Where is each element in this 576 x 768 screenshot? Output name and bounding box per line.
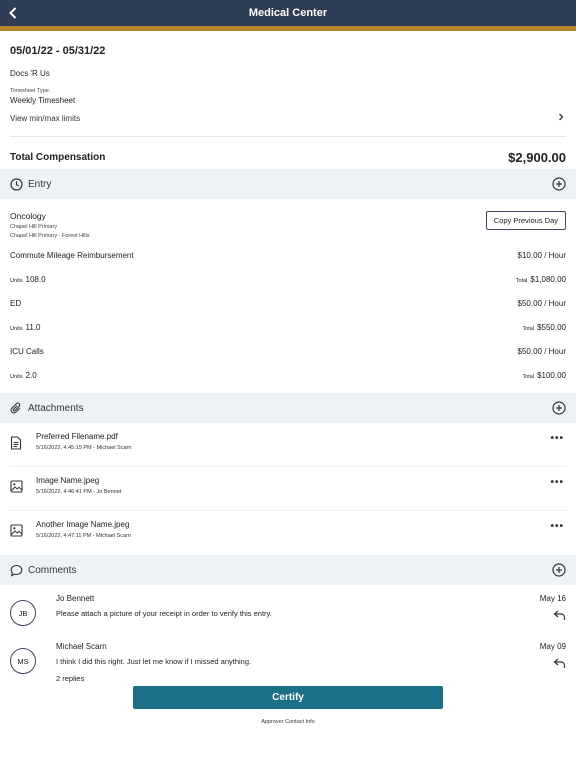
location-secondary: Chapel Hill Primary - Forest Hills (10, 233, 90, 239)
total-compensation-value: $2,900.00 (508, 150, 566, 165)
line-item: Commute Mileage Reimbursement $10.00 / H… (10, 251, 566, 287)
line-item-units: 11.0 (25, 323, 41, 332)
line-item-name: Commute Mileage Reimbursement (10, 251, 134, 260)
reply-icon[interactable] (553, 657, 566, 669)
units-label: Units (10, 374, 23, 380)
avatar: MS (10, 648, 36, 674)
pay-period: 05/01/22 - 05/31/22 (10, 45, 106, 57)
comment-item: MS Michael Scarn I think I did this righ… (10, 633, 566, 683)
add-comment-plus-icon[interactable] (552, 563, 566, 577)
line-item-total: $100.00 (537, 371, 566, 380)
paperclip-icon (10, 401, 23, 415)
timesheet-header: 05/01/22 - 05/31/22 Docs 'R Us Timesheet… (0, 31, 576, 137)
attachment-item[interactable]: Another Image Name.jpeg 5/16/2022, 4:47:… (10, 511, 566, 555)
entry-details: Oncology Chapel Hill Primary Chapel Hill… (0, 199, 576, 383)
line-item-rate: $50.00 / Hour (517, 347, 566, 356)
view-limits-label: View min/max limits (10, 114, 81, 123)
more-options-icon[interactable]: ••• (550, 521, 564, 532)
attachments-list: Preferred Filename.pdf 5/16/2022, 4:45:1… (0, 423, 576, 555)
speech-bubble-icon (10, 564, 23, 577)
avatar: JB (10, 600, 36, 626)
timesheet-type-value: Weekly Timesheet (10, 96, 76, 105)
total-compensation-label: Total Compensation (10, 152, 106, 163)
attachments-section-title: Attachments (28, 402, 84, 414)
total-label: Total (515, 278, 528, 284)
comment-date: May 16 (539, 594, 566, 603)
line-item-rate: $50.00 / Hour (517, 299, 566, 308)
clock-icon (10, 177, 23, 191)
comment-date: May 09 (539, 642, 566, 651)
view-limits-link[interactable]: View min/max limits (10, 113, 566, 124)
attachment-meta: 5/16/2022, 4:47:11 PM - Michael Scarn (36, 533, 131, 539)
entry-section-header: Entry (0, 169, 576, 199)
comments-section-title: Comments (28, 564, 77, 576)
organization-name: Docs 'R Us (10, 69, 50, 78)
timesheet-type-label: Timesheet Type: (10, 88, 51, 94)
certify-button[interactable]: Certify (133, 686, 443, 709)
more-options-icon[interactable]: ••• (550, 477, 564, 488)
line-item-rate: $10.00 / Hour (517, 251, 566, 260)
attachment-name: Image Name.jpeg (36, 476, 100, 485)
location-primary: Chapel Hill Primary (10, 224, 58, 230)
line-item-total: $1,080.00 (530, 275, 566, 284)
nav-title: Medical Center (248, 7, 328, 19)
comment-text: Please attach a picture of your receipt … (56, 609, 272, 618)
add-entry-plus-icon[interactable] (552, 177, 566, 191)
attachment-name: Preferred Filename.pdf (36, 432, 118, 441)
file-icon (10, 436, 24, 450)
comments-section-header: Comments (0, 555, 576, 585)
total-compensation-row: Total Compensation $2,900.00 (0, 137, 576, 169)
attachment-item[interactable]: Preferred Filename.pdf 5/16/2022, 4:45:1… (10, 423, 566, 467)
image-icon (10, 480, 24, 494)
image-icon (10, 524, 24, 538)
chevron-right-icon (558, 113, 564, 124)
attachment-item[interactable]: Image Name.jpeg 5/16/2022, 4:46:41 PM - … (10, 467, 566, 511)
top-nav-bar: Medical Center (0, 0, 576, 26)
attachment-meta: 5/16/2022, 4:45:15 PM - Michael Scarn (36, 445, 132, 451)
copy-previous-day-button[interactable]: Copy Previous Day (485, 211, 566, 230)
attachment-name: Another Image Name.jpeg (36, 520, 130, 529)
comment-replies-link[interactable]: 2 replies (56, 674, 566, 683)
add-attachment-plus-icon[interactable] (552, 401, 566, 415)
comment-author: Jo Bennett (56, 594, 95, 603)
approver-contact-link[interactable]: Approver Contact Info (0, 719, 576, 725)
units-label: Units (10, 326, 23, 332)
line-item-name: ICU Calls (10, 347, 44, 356)
certify-container: Certify (0, 686, 576, 709)
entry-section-title: Entry (28, 178, 52, 190)
more-options-icon[interactable]: ••• (550, 433, 564, 444)
department-name: Oncology (10, 211, 46, 221)
back-arrow-icon[interactable] (4, 3, 22, 23)
total-label: Total (522, 374, 535, 380)
line-item-units: 2.0 (25, 371, 37, 380)
line-item-units: 108.0 (25, 275, 46, 284)
reply-icon[interactable] (553, 609, 566, 621)
units-label: Units (10, 278, 23, 284)
comment-item: JB Jo Bennett Please attach a picture of… (10, 585, 566, 633)
line-item-total: $550.00 (537, 323, 566, 332)
attachment-meta: 5/16/2022, 4:46:41 PM - Jo Bennet (36, 489, 122, 495)
comments-list: JB Jo Bennett Please attach a picture of… (0, 585, 576, 683)
line-item: ICU Calls $50.00 / Hour Units 2.0 Total $1… (10, 347, 566, 383)
line-item-name: ED (10, 299, 22, 308)
total-label: Total (522, 326, 535, 332)
line-item: ED $50.00 / Hour Units 11.0 Total $550.00 (10, 299, 566, 335)
attachments-section-header: Attachments (0, 393, 576, 423)
comment-text: I think I did this right. Just let me kn… (56, 657, 252, 666)
comment-author: Michael Scarn (56, 642, 107, 651)
